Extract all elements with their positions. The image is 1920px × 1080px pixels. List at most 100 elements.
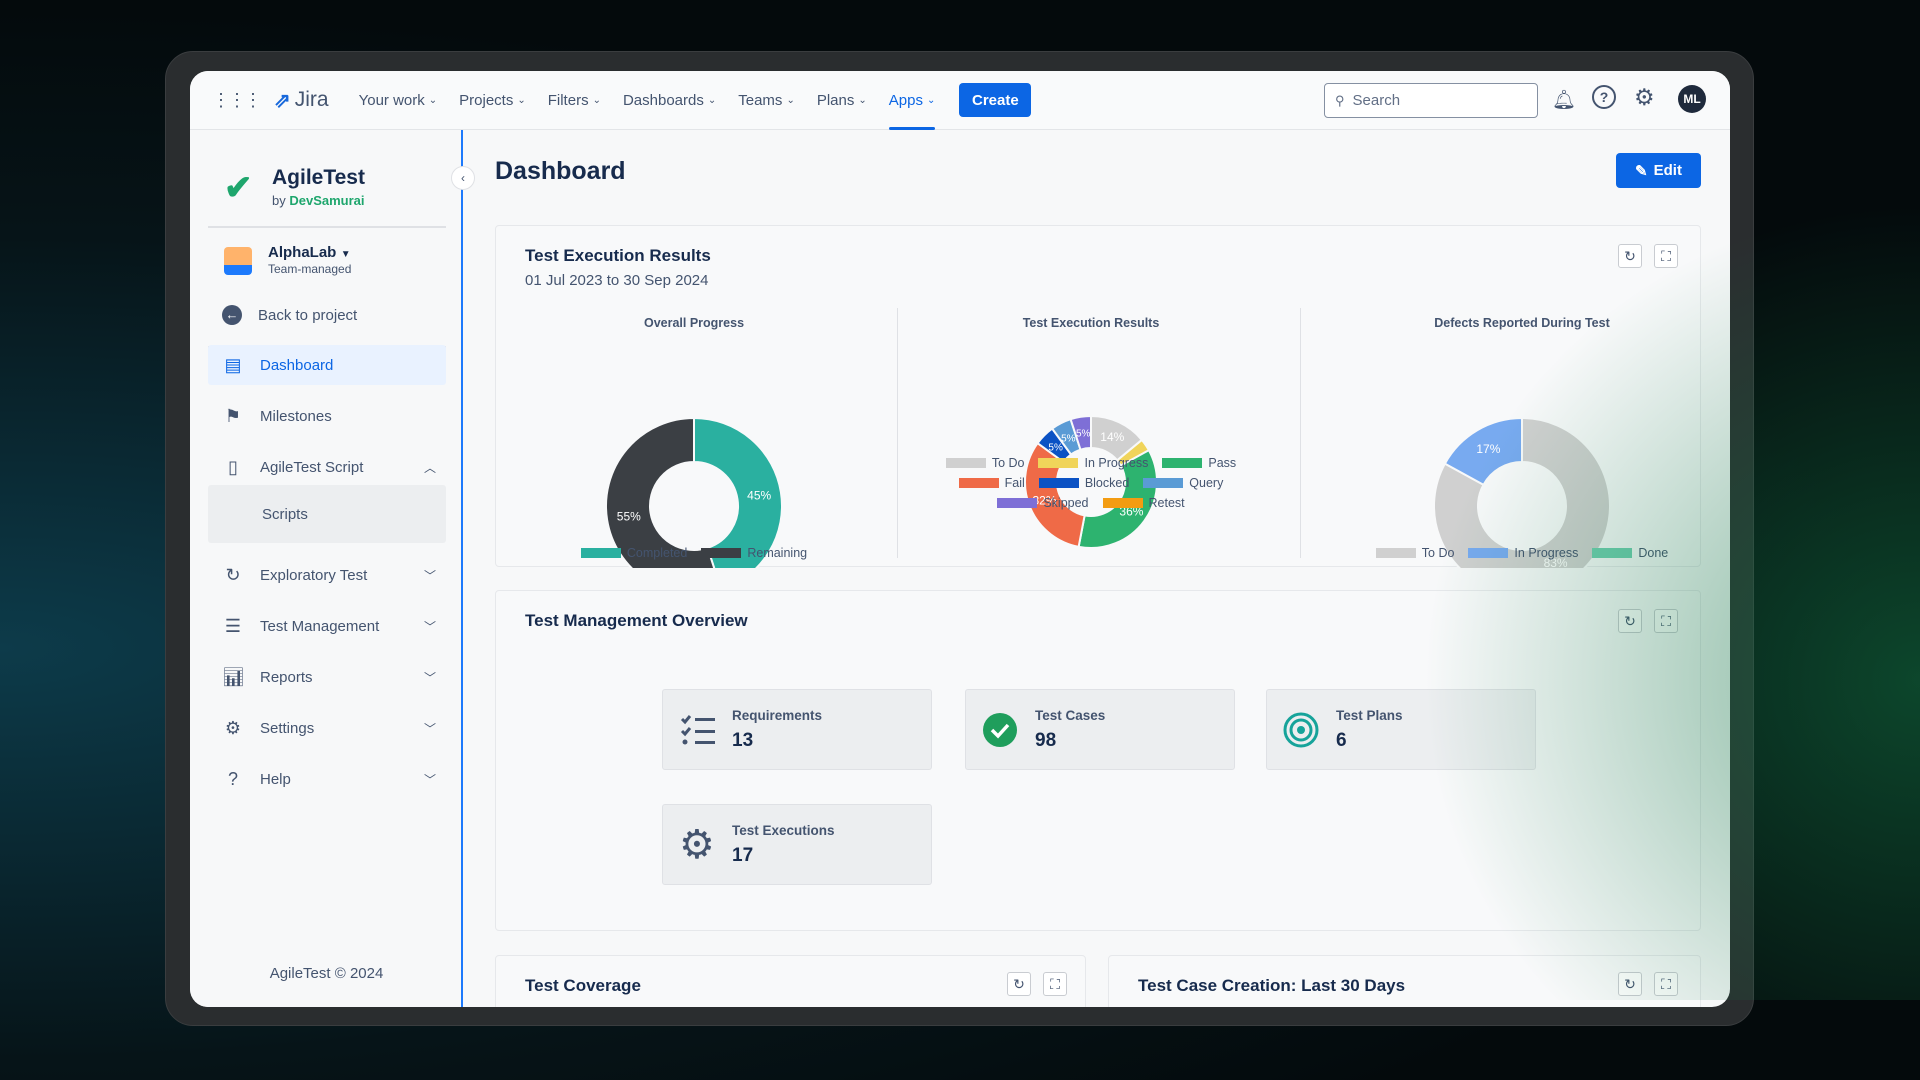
chevron-down-icon: ⌄ [858,94,867,106]
flag-icon: ⚑ [224,405,242,426]
project-type: Team-managed [268,262,352,276]
nav-apps[interactable]: Apps ⌄ [888,71,936,130]
legend-label: To Do [1421,546,1455,560]
edit-button[interactable]: ✎ Edit [1616,153,1701,188]
card-title: Test Coverage [525,976,641,995]
nav-your-work[interactable]: Your work ⌄ [359,71,438,130]
sidebar-footer: AgileTest © 2024 [269,965,384,982]
project-switcher[interactable]: AlphaLab ▼ Team-managed [268,244,351,276]
legend-label: In Progress [1514,546,1579,560]
jira-logo-icon[interactable]: ⇗ [274,88,291,113]
nav-label: Filters [547,91,589,109]
project-name: AlphaLab [268,244,337,261]
search-icon: ⚲ [1335,92,1345,108]
sidebar-item-test-management[interactable]: ☰ Test Management ﹀ [208,606,446,646]
list-icon: ☰ [224,615,242,636]
chevron-down-icon: ⌄ [428,94,438,106]
nav-label: Projects [459,91,514,109]
nav-dashboards[interactable]: Dashboards ⌄ [623,71,716,130]
app-window: ⋮⋮⋮ ⇗ Jira Your work ⌄ Projects ⌄ Filters ⌄ Da… [190,71,1730,1007]
chevron-down-icon[interactable]: ﹀ [424,567,436,584]
avatar[interactable]: ML [1678,85,1706,113]
sidebar-item-exploratory-test[interactable]: ↻ Exploratory Test ﹀ [208,555,446,595]
product-name[interactable]: Jira [295,88,329,112]
sidebar-item-label: Milestones [260,407,332,425]
refresh-button[interactable]: ↻ [1618,972,1642,996]
nav-projects[interactable]: Projects ⌄ [459,71,526,130]
card-title: Test Case Creation: Last 30 Days [1138,976,1406,995]
chevron-down-icon[interactable]: ﹀ [424,618,436,635]
sidebar-item-reports[interactable]: 📊︎ Reports ﹀ [208,657,446,697]
legend-swatch [1375,548,1416,558]
refresh-button[interactable]: ↻ [1618,609,1642,633]
app-switcher-icon[interactable]: ⋮⋮⋮ [212,90,262,111]
chevron-up-icon[interactable]: ︿ [424,459,436,476]
tile-value: 13 [732,730,754,751]
sidebar-item-dashboard[interactable]: ▤ Dashboard [208,345,446,385]
vendor-line: by DevSamurai [272,193,365,208]
legend-item[interactable]: In Progress [1468,546,1578,560]
nav-label: Plans [816,91,855,109]
refresh-icon: ↻ [225,564,241,585]
project-avatar [224,247,252,275]
checklist-icon [680,715,715,745]
test-execution-results-card: Test Execution Results 01 Jul 2023 to 30… [495,225,1701,568]
agiletest-logo-icon: ✔ [224,169,253,207]
top-navigation: ⋮⋮⋮ ⇗ Jira Your work ⌄ Projects ⌄ Filters ⌄ Da… [190,71,1730,130]
sidebar-item-label: Settings [260,719,315,737]
sidebar-item-label: Dashboard [260,356,334,374]
nav-plans[interactable]: Plans ⌄ [817,71,867,130]
sidebar-item-help[interactable]: ? Help ﹀ [208,759,446,799]
refresh-button[interactable]: ↻ [1007,972,1031,996]
sidebar-item-label: Test Management [260,617,380,635]
sidebar-item-scripts[interactable]: Scripts [208,485,446,543]
create-button[interactable]: Create [959,83,1032,117]
sidebar-item-agiletest-script[interactable]: ▯ AgileTest Script ︿ [208,447,446,487]
chevron-down-icon: ⌄ [707,94,717,106]
chevron-down-icon[interactable]: ﹀ [424,771,436,788]
fullscreen-button[interactable]: ⛶ [1654,609,1678,633]
vendor-name[interactable]: DevSamurai [289,193,364,208]
tile-label: Test Cases [1035,708,1106,723]
fullscreen-button[interactable]: ⛶ [1043,972,1067,996]
expand-icon: ⛶ [1661,612,1671,629]
test-plans-tile[interactable]: Test Plans 6 [1266,689,1536,770]
sidebar-item-label: Scripts [262,505,308,523]
notifications-icon[interactable]: 🔔︎ [1552,88,1576,112]
data-label: 17% [1476,442,1500,456]
settings-icon[interactable]: ⚙ [1634,84,1655,111]
legend-item[interactable]: To Do [1375,546,1455,560]
test-executions-tile[interactable]: ⚙ Test Executions 17 [662,804,932,885]
back-to-project-link[interactable]: ← Back to project [208,295,446,335]
tile-label: Test Executions [732,823,835,838]
nav-teams[interactable]: Teams ⌄ [738,71,795,130]
nav-label: Apps [888,91,923,109]
chevron-down-icon[interactable]: ﹀ [424,669,436,686]
sidebar-item-label: Reports [260,668,313,686]
expand-icon: ⛶ [1661,975,1671,992]
app-name: AgileTest [272,166,365,189]
chevron-down-icon: ⌄ [786,94,795,106]
chevron-down-icon[interactable]: ﹀ [424,720,436,737]
fullscreen-button[interactable]: ⛶ [1654,972,1678,996]
chart-legend: To Do In Progress Done [1372,546,1672,560]
test-cases-tile[interactable]: Test Cases 98 [965,689,1235,770]
help-icon[interactable]: ? [1592,85,1616,109]
search-input[interactable]: ⚲ Search [1324,83,1538,118]
legend-item[interactable]: Done [1592,546,1668,560]
sidebar-item-settings[interactable]: ⚙ Settings ﹀ [208,708,446,748]
chevron-down-icon: ⌄ [517,94,526,106]
back-label: Back to project [258,306,358,324]
sidebar-item-milestones[interactable]: ⚑ Milestones [208,396,446,436]
divider [208,226,446,228]
dashboard-icon: ▤ [224,354,242,375]
nav-filters[interactable]: Filters ⌄ [548,71,601,130]
requirements-tile[interactable]: Requirements 13 [662,689,932,770]
expand-icon: ⛶ [1050,975,1060,992]
refresh-icon: ↻ [1624,975,1636,992]
tile-value: 98 [1035,730,1057,751]
collapse-sidebar-button[interactable]: ‹ [451,166,475,190]
chevron-down-icon: ⌄ [926,94,936,106]
back-arrow-icon: ← [222,305,242,325]
tile-value: 6 [1336,730,1347,751]
